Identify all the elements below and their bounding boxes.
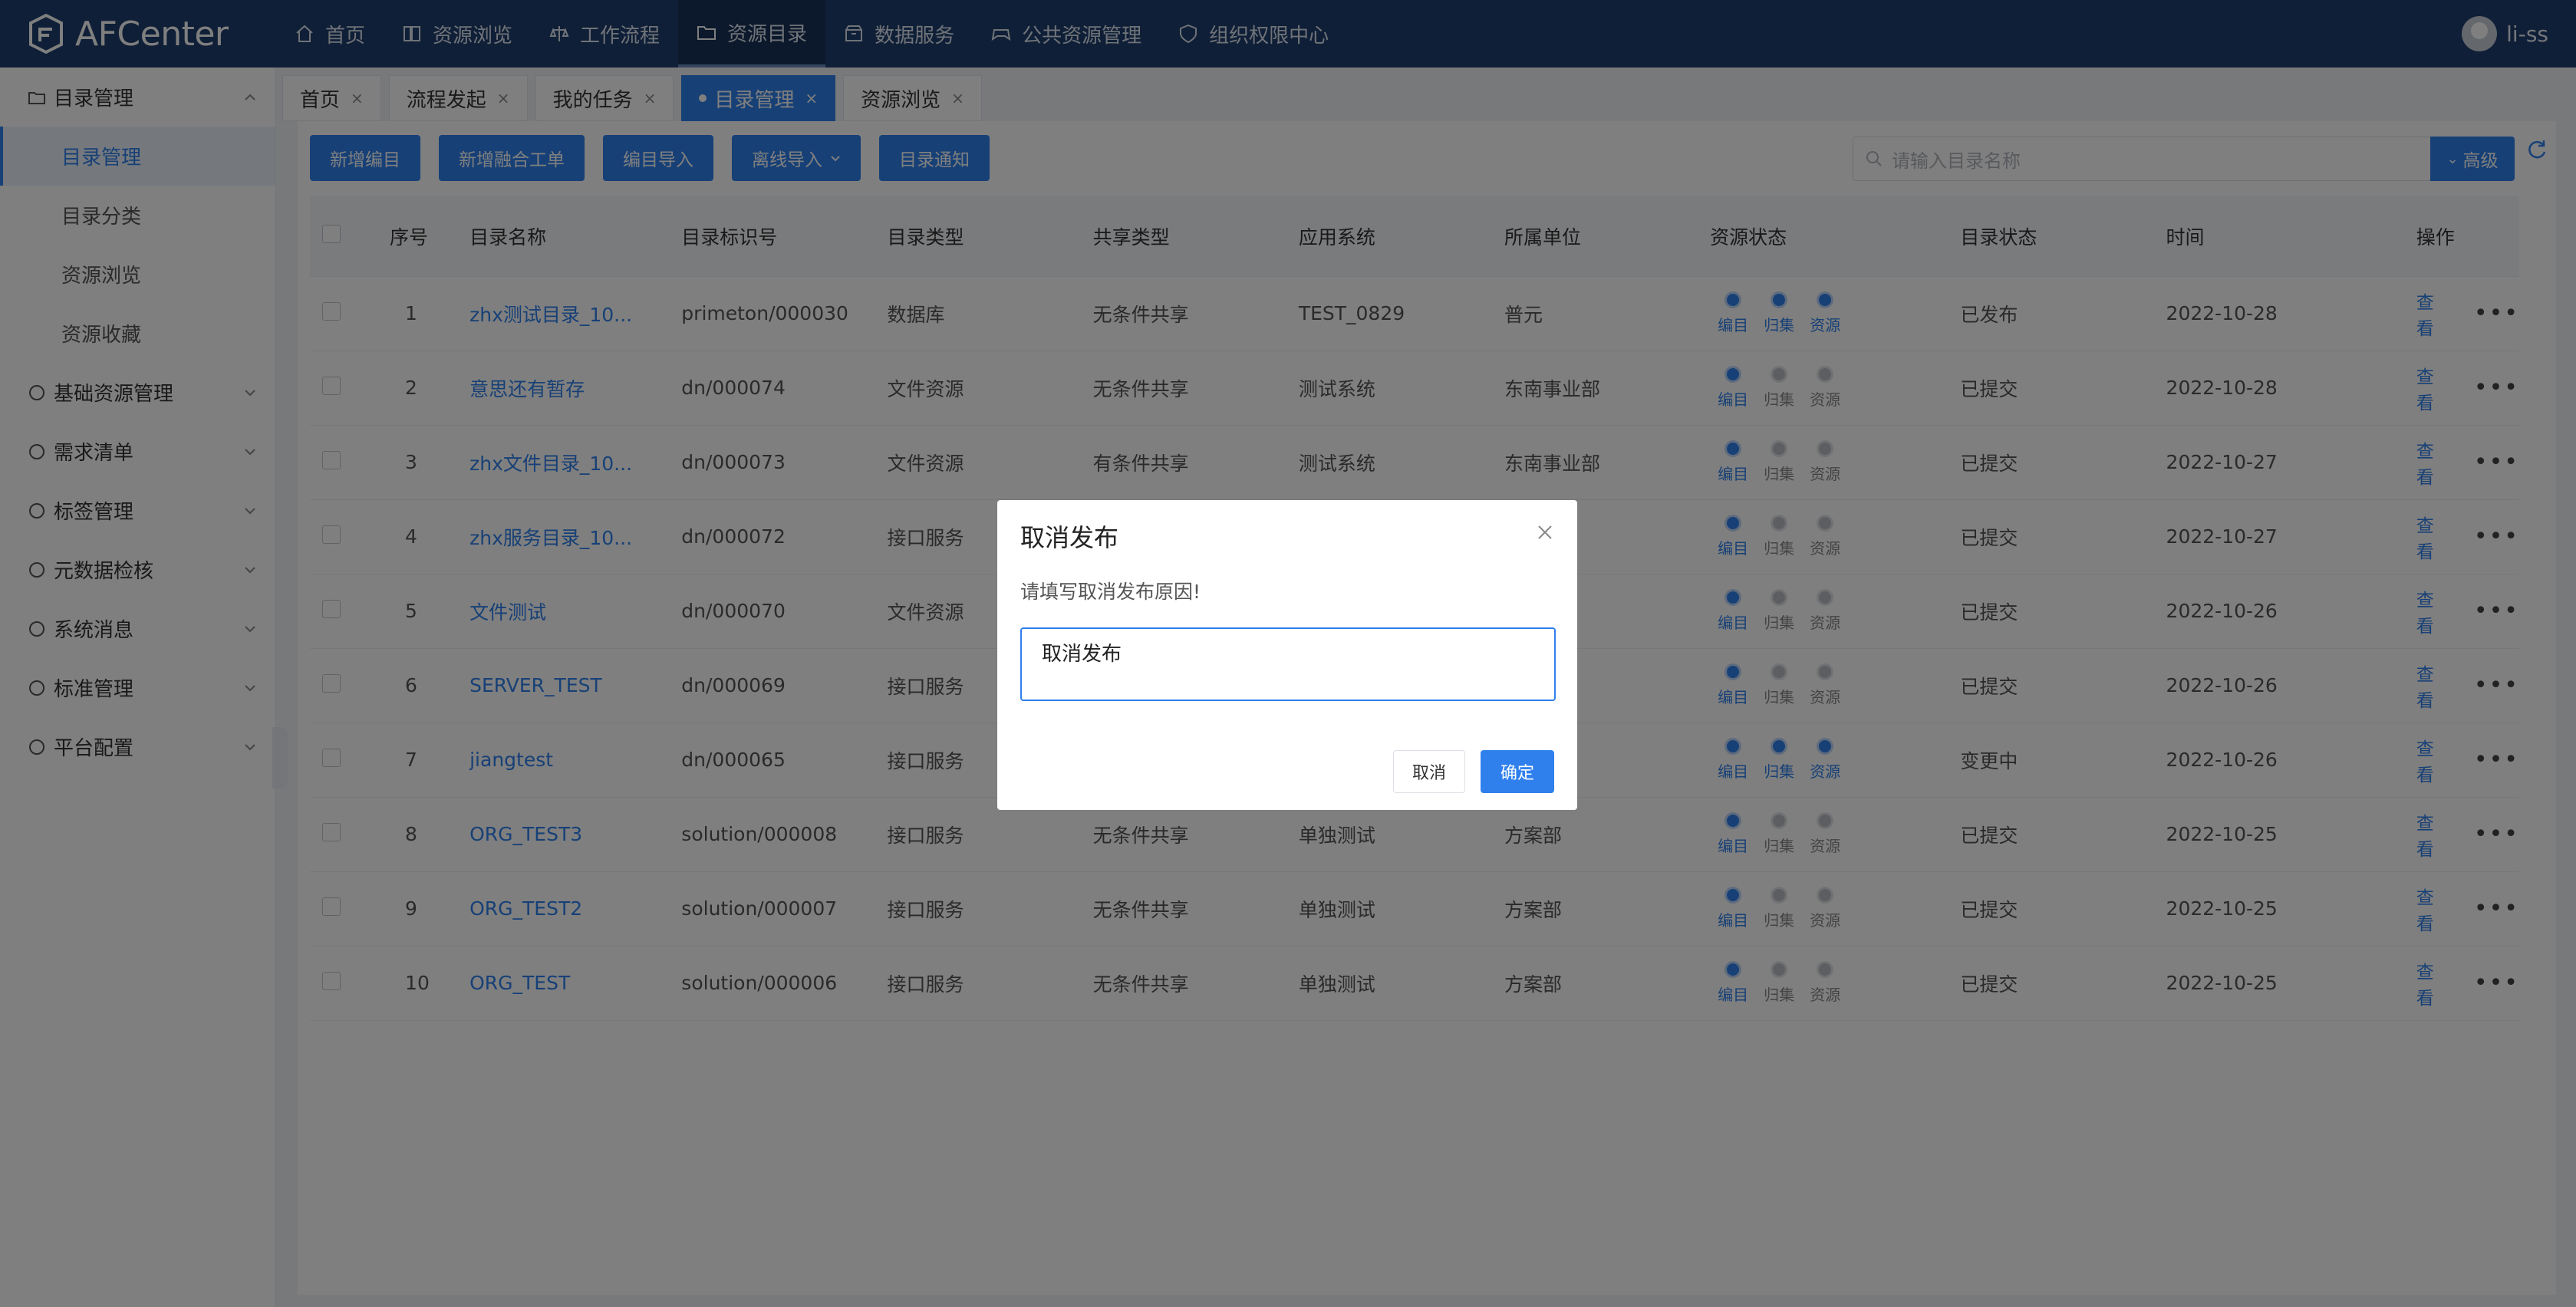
confirm-button[interactable]: 确定 [1480,750,1554,793]
dialog-message: 请填写取消发布原因! [1020,581,1201,603]
cancel-button[interactable]: 取消 [1392,750,1465,793]
close-icon[interactable] [1536,523,1554,542]
reason-textarea[interactable]: 取消发布 [1020,627,1556,701]
dialog-title: 取消发布 [1020,523,1119,552]
cancel-publish-dialog: 取消发布 请填写取消发布原因! 取消发布 取消 确定 [997,500,1577,810]
